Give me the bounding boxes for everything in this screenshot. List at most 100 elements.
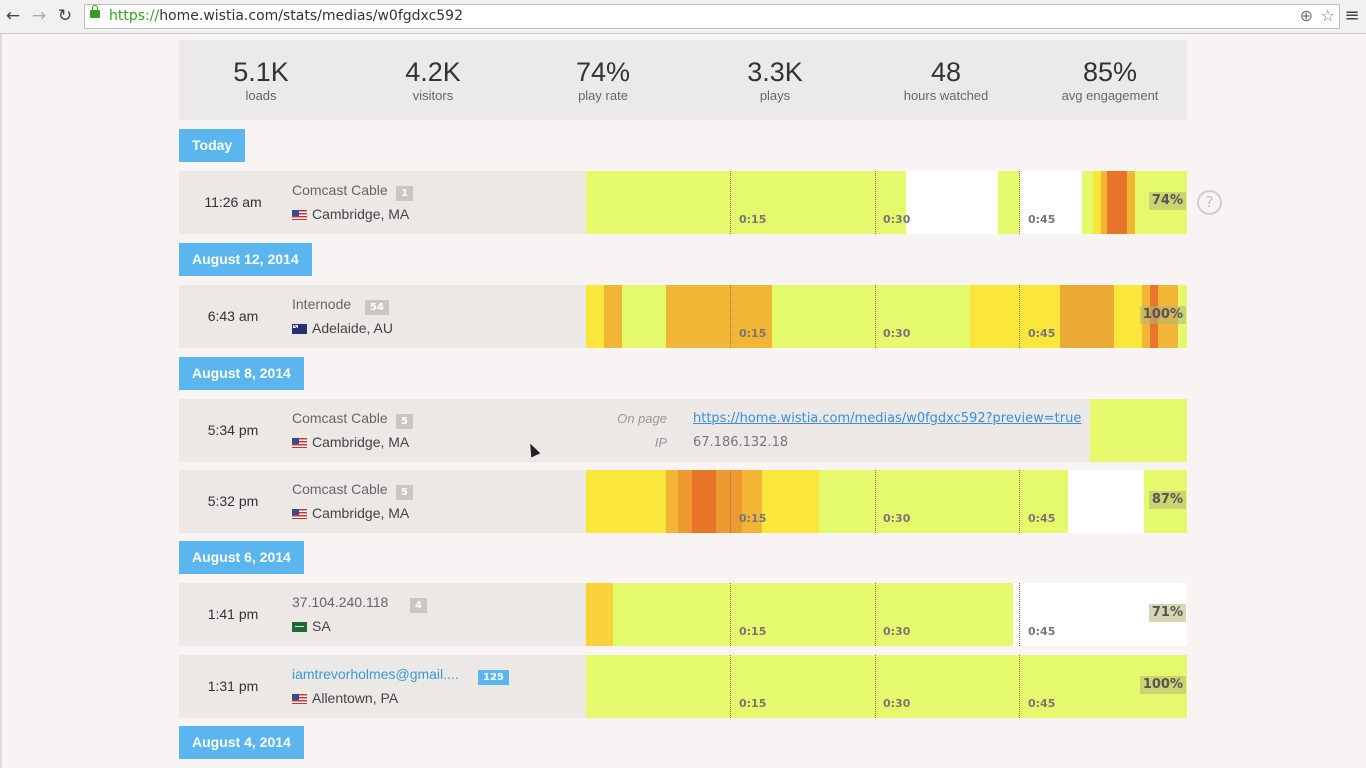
session-isp: Internode <box>292 296 352 312</box>
sa-flag-icon <box>292 622 307 632</box>
stat-value: 4.2K <box>405 57 461 87</box>
stat-label: visitors <box>412 88 454 103</box>
percent-watched: 74% <box>1148 192 1186 210</box>
session-email-link[interactable]: iamtrevorholmes@gmail.... <box>292 666 459 682</box>
location-text: Adelaide, AU <box>312 320 393 336</box>
session-isp: 37.104.240.118 <box>292 594 389 610</box>
stat-value: 85% <box>1082 57 1138 87</box>
session-count-badge: 5 <box>396 414 413 429</box>
location-text: Cambridge, MA <box>312 206 410 222</box>
us-flag-icon <box>292 210 307 220</box>
engagement-heatmap[interactable]: 0:15 0:30 0:45 87% <box>586 470 1187 533</box>
on-page-label: On page <box>617 411 667 426</box>
session-isp: Comcast Cable <box>292 182 388 198</box>
tick-label: 0:15 <box>739 512 767 525</box>
session-location: Cambridge, MA <box>292 434 409 450</box>
session-location: SA <box>292 618 331 634</box>
session-time: 1:41 pm <box>207 606 259 622</box>
stat-avg-engagement: 85% avg engagement <box>1026 56 1194 104</box>
date-header: Today <box>179 129 246 162</box>
session-row[interactable]: 11:26 am Comcast Cable 1 Cambridge, MA 0… <box>179 171 1187 234</box>
stat-label: plays <box>759 88 791 103</box>
location-text: SA <box>312 618 331 634</box>
engagement-heatmap[interactable]: 0:15 0:30 0:45 100% <box>586 285 1187 348</box>
date-header: August 6, 2014 <box>179 541 304 574</box>
tick-label: 0:30 <box>883 213 911 226</box>
session-count-badge: 4 <box>410 598 427 613</box>
session-count-badge: 125 <box>478 670 509 685</box>
tick-label: 0:15 <box>739 697 767 710</box>
lock-icon <box>90 5 100 18</box>
percent-watched: 100% <box>1139 676 1186 694</box>
tick-label: 0:45 <box>1028 697 1056 710</box>
stats-summary: 5.1K loads 4.2K visitors 74% play rate 3… <box>179 40 1187 120</box>
tick-label: 0:15 <box>739 327 767 340</box>
back-icon[interactable]: ← <box>2 5 24 27</box>
on-page-link[interactable]: https://home.wistia.com/medias/w0fgdxc59… <box>693 411 1081 426</box>
stat-visitors: 4.2K visitors <box>349 56 517 104</box>
session-location: Cambridge, MA <box>292 505 409 521</box>
session-isp: Comcast Cable <box>292 410 388 426</box>
session-count-badge: 5 <box>396 485 413 500</box>
page-edge <box>0 34 2 768</box>
session-time: 1:31 pm <box>207 678 259 694</box>
star-icon[interactable]: ☆ <box>1321 6 1335 25</box>
session-time: 6:43 am <box>207 308 259 324</box>
percent-watched: 100% <box>1139 306 1186 324</box>
au-flag-icon <box>292 324 307 334</box>
engagement-heatmap[interactable]: 0:15 0:30 0:45 74% <box>586 171 1187 234</box>
us-flag-icon <box>292 509 307 519</box>
session-row[interactable]: 5:32 pm Comcast Cable 5 Cambridge, MA 0:… <box>179 470 1187 533</box>
us-flag-icon <box>292 438 307 448</box>
stat-value: 3.3K <box>747 57 803 87</box>
session-location: Adelaide, AU <box>292 320 393 336</box>
tick-label: 0:30 <box>883 327 911 340</box>
tick-label: 0:30 <box>883 697 911 710</box>
address-bar[interactable]: https://home.wistia.com/stats/medias/w0f… <box>84 4 1340 29</box>
date-header: August 8, 2014 <box>179 357 304 390</box>
stat-value: 5.1K <box>233 57 289 87</box>
session-isp: Comcast Cable <box>292 481 388 497</box>
stat-label: play rate <box>578 88 628 103</box>
location-text: Allentown, PA <box>312 690 399 706</box>
help-icon[interactable]: ? <box>1197 190 1222 215</box>
menu-icon[interactable]: ≡ <box>1342 5 1362 27</box>
tick-label: 0:45 <box>1028 625 1056 638</box>
ip-value: 67.186.132.18 <box>693 435 789 450</box>
url-path: home.wistia.com/stats/medias/w0fgdxc592 <box>159 8 463 24</box>
date-header: August 4, 2014 <box>179 726 304 759</box>
session-row[interactable]: 1:41 pm 37.104.240.118 4 SA 0:15 0:30 0:… <box>179 583 1187 646</box>
stat-loads: 5.1K loads <box>177 56 345 104</box>
percent-watched: 71% <box>1148 604 1186 622</box>
stat-value: 74% <box>575 57 631 87</box>
engagement-heatmap[interactable]: 0:15 0:30 0:45 71% <box>586 583 1187 646</box>
location-text: Cambridge, MA <box>312 505 410 521</box>
stat-label: avg engagement <box>1061 88 1159 103</box>
location-text: Cambridge, MA <box>312 434 410 450</box>
stat-label: hours watched <box>903 88 989 103</box>
tick-label: 0:45 <box>1028 327 1056 340</box>
stat-plays: 3.3K plays <box>691 56 859 104</box>
tick-label: 0:15 <box>739 625 767 638</box>
tick-label: 0:45 <box>1028 213 1056 226</box>
percent-watched: 87% <box>1148 491 1186 509</box>
session-location: Allentown, PA <box>292 690 398 706</box>
url-text[interactable]: https://home.wistia.com/stats/medias/w0f… <box>109 8 463 24</box>
session-count-badge: 54 <box>365 300 389 315</box>
engagement-heatmap[interactable]: 0:15 0:30 0:45 100% <box>586 655 1187 718</box>
session-row[interactable]: 6:43 am Internode 54 Adelaide, AU 0:15 0… <box>179 285 1187 348</box>
session-row-expanded[interactable]: 5:34 pm Comcast Cable 5 Cambridge, MA On… <box>179 399 1187 462</box>
tick-label: 0:45 <box>1028 512 1056 525</box>
us-flag-icon <box>292 694 307 704</box>
session-location: Cambridge, MA <box>292 206 409 222</box>
forward-icon[interactable]: → <box>28 5 50 27</box>
session-count-badge: 1 <box>396 186 413 201</box>
stat-hours-watched: 48 hours watched <box>862 56 1030 104</box>
session-time: 5:34 pm <box>207 422 259 438</box>
stat-play-rate: 74% play rate <box>519 56 687 104</box>
reload-icon[interactable]: ↻ <box>54 5 76 27</box>
session-row[interactable]: 1:31 pm iamtrevorholmes@gmail.... 125 Al… <box>179 655 1187 718</box>
ip-label: IP <box>654 435 667 450</box>
zoom-icon[interactable]: ⊕ <box>1300 6 1313 25</box>
stat-value: 48 <box>930 57 962 87</box>
